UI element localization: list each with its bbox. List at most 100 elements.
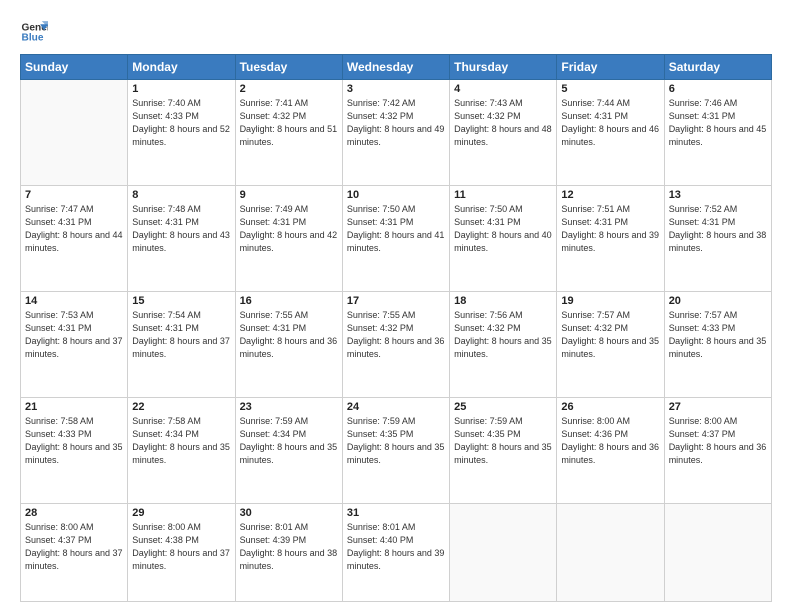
- day-number: 11: [454, 189, 552, 201]
- weekday-header-tuesday: Tuesday: [235, 55, 342, 80]
- day-number: 15: [132, 295, 230, 307]
- calendar-cell: 8 Sunrise: 7:48 AMSunset: 4:31 PMDaylight…: [128, 185, 235, 291]
- calendar-cell: 18 Sunrise: 7:56 AMSunset: 4:32 PMDayligh…: [450, 291, 557, 397]
- calendar-cell: 14 Sunrise: 7:53 AMSunset: 4:31 PMDayligh…: [21, 291, 128, 397]
- day-number: 5: [561, 83, 659, 95]
- day-info: Sunrise: 7:52 AMSunset: 4:31 PMDaylight:…: [669, 203, 767, 255]
- weekday-header-friday: Friday: [557, 55, 664, 80]
- weekday-header-thursday: Thursday: [450, 55, 557, 80]
- calendar-cell: 9 Sunrise: 7:49 AMSunset: 4:31 PMDaylight…: [235, 185, 342, 291]
- day-info: Sunrise: 8:00 AMSunset: 4:38 PMDaylight:…: [132, 521, 230, 573]
- calendar-cell: 16Sunrise: 7:55 AMSunset: 4:31 PMDayligh…: [235, 291, 342, 397]
- day-number: 8: [132, 189, 230, 201]
- calendar-cell: 13 Sunrise: 7:52 AMSunset: 4:31 PMDayligh…: [664, 185, 771, 291]
- day-number: 3: [347, 83, 445, 95]
- calendar-cell: 26Sunrise: 8:00 AMSunset: 4:36 PMDayligh…: [557, 397, 664, 503]
- day-info: Sunrise: 7:59 AMSunset: 4:35 PMDaylight:…: [347, 415, 445, 467]
- day-info: Sunrise: 7:48 AMSunset: 4:31 PMDaylight:…: [132, 203, 230, 255]
- day-info: Sunrise: 7:56 AMSunset: 4:32 PMDaylight:…: [454, 309, 552, 361]
- day-info: Sunrise: 7:50 AMSunset: 4:31 PMDaylight:…: [454, 203, 552, 255]
- day-info: Sunrise: 7:55 AMSunset: 4:32 PMDaylight:…: [347, 309, 445, 361]
- day-number: 9: [240, 189, 338, 201]
- calendar-cell: 19 Sunrise: 7:57 AMSunset: 4:32 PMDayligh…: [557, 291, 664, 397]
- day-number: 29: [132, 507, 230, 519]
- calendar-cell: 22Sunrise: 7:58 AMSunset: 4:34 PMDayligh…: [128, 397, 235, 503]
- week-row-3: 14 Sunrise: 7:53 AMSunset: 4:31 PMDayligh…: [21, 291, 772, 397]
- calendar-cell: 12Sunrise: 7:51 AMSunset: 4:31 PMDayligh…: [557, 185, 664, 291]
- day-info: Sunrise: 7:46 AMSunset: 4:31 PMDaylight:…: [669, 97, 767, 149]
- day-info: Sunrise: 7:50 AMSunset: 4:31 PMDaylight:…: [347, 203, 445, 255]
- day-number: 30: [240, 507, 338, 519]
- day-number: 28: [25, 507, 123, 519]
- calendar-cell: 17Sunrise: 7:55 AMSunset: 4:32 PMDayligh…: [342, 291, 449, 397]
- calendar-cell: 4 Sunrise: 7:43 AMSunset: 4:32 PMDaylight…: [450, 80, 557, 186]
- calendar-cell: 7 Sunrise: 7:47 AMSunset: 4:31 PMDaylight…: [21, 185, 128, 291]
- day-number: 19: [561, 295, 659, 307]
- calendar-cell: 31 Sunrise: 8:01 AMSunset: 4:40 PMDayligh…: [342, 503, 449, 601]
- day-number: 4: [454, 83, 552, 95]
- day-info: Sunrise: 7:58 AMSunset: 4:33 PMDaylight:…: [25, 415, 123, 467]
- day-info: Sunrise: 7:54 AMSunset: 4:31 PMDaylight:…: [132, 309, 230, 361]
- day-info: Sunrise: 7:40 AMSunset: 4:33 PMDaylight:…: [132, 97, 230, 149]
- calendar-cell: 24 Sunrise: 7:59 AMSunset: 4:35 PMDayligh…: [342, 397, 449, 503]
- weekday-header-monday: Monday: [128, 55, 235, 80]
- calendar-cell: [21, 80, 128, 186]
- calendar-cell: 2Sunrise: 7:41 AMSunset: 4:32 PMDaylight…: [235, 80, 342, 186]
- day-info: Sunrise: 7:44 AMSunset: 4:31 PMDaylight:…: [561, 97, 659, 149]
- weekday-header-row: SundayMondayTuesdayWednesdayThursdayFrid…: [21, 55, 772, 80]
- calendar-cell: 1 Sunrise: 7:40 AMSunset: 4:33 PMDaylight…: [128, 80, 235, 186]
- day-info: Sunrise: 7:59 AMSunset: 4:34 PMDaylight:…: [240, 415, 338, 467]
- day-number: 13: [669, 189, 767, 201]
- header: General Blue: [20, 18, 772, 46]
- week-row-5: 28 Sunrise: 8:00 AMSunset: 4:37 PMDayligh…: [21, 503, 772, 601]
- weekday-header-sunday: Sunday: [21, 55, 128, 80]
- logo: General Blue: [20, 18, 48, 46]
- calendar-table: SundayMondayTuesdayWednesdayThursdayFrid…: [20, 54, 772, 602]
- calendar-page: General Blue SundayMondayTuesdayWednesda…: [0, 0, 792, 612]
- day-info: Sunrise: 7:57 AMSunset: 4:32 PMDaylight:…: [561, 309, 659, 361]
- calendar-cell: 6 Sunrise: 7:46 AMSunset: 4:31 PMDaylight…: [664, 80, 771, 186]
- day-number: 23: [240, 401, 338, 413]
- calendar-cell: 10Sunrise: 7:50 AMSunset: 4:31 PMDayligh…: [342, 185, 449, 291]
- day-info: Sunrise: 7:43 AMSunset: 4:32 PMDaylight:…: [454, 97, 552, 149]
- day-number: 31: [347, 507, 445, 519]
- day-number: 14: [25, 295, 123, 307]
- calendar-cell: 28 Sunrise: 8:00 AMSunset: 4:37 PMDayligh…: [21, 503, 128, 601]
- day-info: Sunrise: 7:42 AMSunset: 4:32 PMDaylight:…: [347, 97, 445, 149]
- day-number: 20: [669, 295, 767, 307]
- day-number: 7: [25, 189, 123, 201]
- logo-icon: General Blue: [20, 18, 48, 46]
- calendar-cell: 5 Sunrise: 7:44 AMSunset: 4:31 PMDaylight…: [557, 80, 664, 186]
- day-info: Sunrise: 8:00 AMSunset: 4:37 PMDaylight:…: [669, 415, 767, 467]
- day-info: Sunrise: 8:00 AMSunset: 4:37 PMDaylight:…: [25, 521, 123, 573]
- calendar-cell: 23 Sunrise: 7:59 AMSunset: 4:34 PMDayligh…: [235, 397, 342, 503]
- day-number: 21: [25, 401, 123, 413]
- day-info: Sunrise: 8:01 AMSunset: 4:40 PMDaylight:…: [347, 521, 445, 573]
- day-info: Sunrise: 7:57 AMSunset: 4:33 PMDaylight:…: [669, 309, 767, 361]
- day-info: Sunrise: 7:51 AMSunset: 4:31 PMDaylight:…: [561, 203, 659, 255]
- day-info: Sunrise: 7:49 AMSunset: 4:31 PMDaylight:…: [240, 203, 338, 255]
- weekday-header-saturday: Saturday: [664, 55, 771, 80]
- day-info: Sunrise: 7:47 AMSunset: 4:31 PMDaylight:…: [25, 203, 123, 255]
- day-info: Sunrise: 7:58 AMSunset: 4:34 PMDaylight:…: [132, 415, 230, 467]
- day-info: Sunrise: 7:59 AMSunset: 4:35 PMDaylight:…: [454, 415, 552, 467]
- calendar-cell: 15 Sunrise: 7:54 AMSunset: 4:31 PMDayligh…: [128, 291, 235, 397]
- day-info: Sunrise: 7:55 AMSunset: 4:31 PMDaylight:…: [240, 309, 338, 361]
- weekday-header-wednesday: Wednesday: [342, 55, 449, 80]
- day-number: 25: [454, 401, 552, 413]
- day-number: 24: [347, 401, 445, 413]
- day-info: Sunrise: 7:41 AMSunset: 4:32 PMDaylight:…: [240, 97, 338, 149]
- day-info: Sunrise: 8:00 AMSunset: 4:36 PMDaylight:…: [561, 415, 659, 467]
- day-number: 6: [669, 83, 767, 95]
- day-number: 18: [454, 295, 552, 307]
- calendar-cell: 25 Sunrise: 7:59 AMSunset: 4:35 PMDayligh…: [450, 397, 557, 503]
- calendar-cell: 29 Sunrise: 8:00 AMSunset: 4:38 PMDayligh…: [128, 503, 235, 601]
- calendar-cell: 21 Sunrise: 7:58 AMSunset: 4:33 PMDayligh…: [21, 397, 128, 503]
- week-row-2: 7 Sunrise: 7:47 AMSunset: 4:31 PMDaylight…: [21, 185, 772, 291]
- calendar-cell: 30Sunrise: 8:01 AMSunset: 4:39 PMDayligh…: [235, 503, 342, 601]
- day-number: 27: [669, 401, 767, 413]
- calendar-cell: 20 Sunrise: 7:57 AMSunset: 4:33 PMDayligh…: [664, 291, 771, 397]
- day-number: 1: [132, 83, 230, 95]
- day-info: Sunrise: 7:53 AMSunset: 4:31 PMDaylight:…: [25, 309, 123, 361]
- calendar-cell: [557, 503, 664, 601]
